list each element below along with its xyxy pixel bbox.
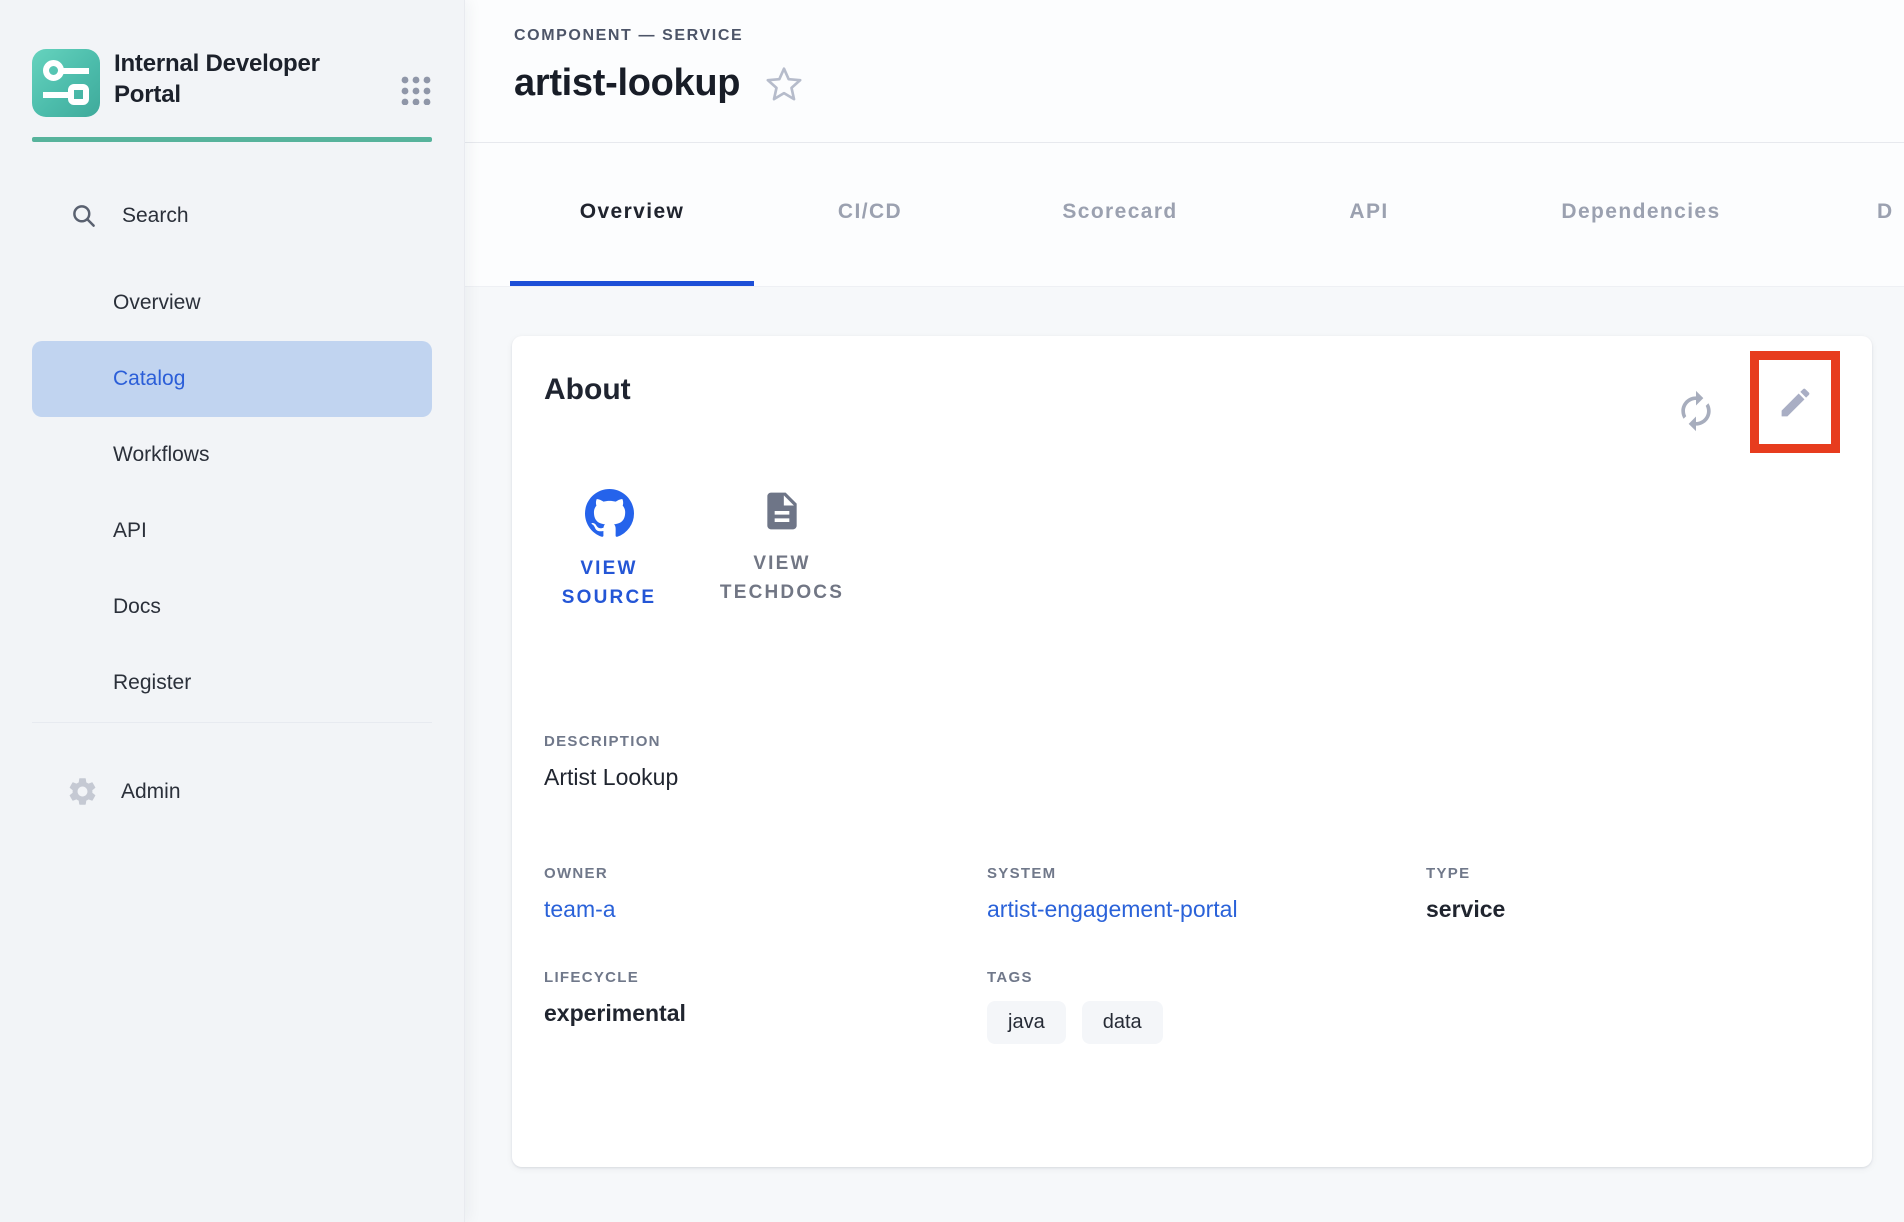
refresh-icon	[1674, 389, 1718, 433]
sidebar-item-docs[interactable]: Docs	[32, 569, 432, 645]
about-card-title: About	[544, 373, 631, 407]
tag-chip[interactable]: data	[1082, 1001, 1163, 1044]
system-field: SYSTEM artist-engagement-portal	[987, 865, 1426, 923]
lifecycle-value: experimental	[544, 1000, 987, 1027]
owner-value-link[interactable]: team-a	[544, 896, 987, 923]
tag-chip[interactable]: java	[987, 1001, 1066, 1044]
tab-docs-cut[interactable]: D	[1798, 143, 1904, 286]
refresh-button[interactable]	[1670, 385, 1722, 437]
apps-grid-icon[interactable]	[398, 69, 434, 105]
sidebar-nav: Overview Catalog Workflows API Docs Regi…	[0, 265, 464, 721]
description-label: DESCRIPTION	[544, 733, 1840, 750]
type-value: service	[1426, 896, 1840, 923]
lifecycle-label: LIFECYCLE	[544, 969, 987, 986]
tab-api[interactable]: API	[1254, 143, 1484, 286]
system-value-link[interactable]: artist-engagement-portal	[987, 896, 1426, 923]
tab-scorecard[interactable]: Scorecard	[986, 143, 1254, 286]
lifecycle-field: LIFECYCLE experimental	[544, 969, 987, 1044]
entity-header: COMPONENT — SERVICE artist-lookup	[464, 0, 1904, 143]
sidebar-item-search[interactable]: Search	[70, 202, 464, 229]
owner-field: OWNER team-a	[544, 865, 987, 923]
about-metadata-grid: OWNER team-a SYSTEM artist-engagement-po…	[544, 865, 1840, 1044]
edit-pencil-icon	[1777, 384, 1814, 421]
sidebar-divider	[32, 722, 432, 723]
tab-overview[interactable]: Overview	[510, 143, 754, 286]
entity-tabs: Overview CI/CD Scorecard API Dependencie…	[464, 143, 1904, 287]
tab-dependencies[interactable]: Dependencies	[1484, 143, 1798, 286]
app-window: Internal Developer Portal Search Overvie…	[0, 0, 1904, 1222]
admin-label: Admin	[121, 780, 181, 804]
entity-kind-breadcrumb: COMPONENT — SERVICE	[514, 27, 1904, 45]
page-title: artist-lookup	[514, 62, 740, 105]
brand-title: Internal Developer Portal	[114, 49, 354, 110]
github-icon	[585, 489, 634, 538]
sidebar-item-workflows[interactable]: Workflows	[32, 417, 432, 493]
sidebar-item-catalog[interactable]: Catalog	[32, 341, 432, 417]
system-label: SYSTEM	[987, 865, 1426, 882]
techdocs-icon	[760, 489, 804, 533]
tab-content: About	[464, 287, 1904, 1222]
type-field: TYPE service	[1426, 865, 1840, 923]
favorite-star-icon[interactable]	[764, 64, 804, 104]
sidebar-item-api[interactable]: API	[32, 493, 432, 569]
tags-field: TAGS java data	[987, 969, 1426, 1044]
sidebar: Internal Developer Portal Search Overvie…	[0, 0, 464, 1222]
main-area: COMPONENT — SERVICE artist-lookup Overvi…	[464, 0, 1904, 1222]
search-label: Search	[122, 204, 189, 228]
view-source-link[interactable]: VIEW SOURCE	[544, 489, 674, 613]
sidebar-item-admin[interactable]: Admin	[66, 775, 464, 808]
brand-divider	[32, 137, 432, 142]
search-icon	[70, 202, 97, 229]
about-card: About	[512, 336, 1872, 1167]
sidebar-item-register[interactable]: Register	[32, 645, 432, 721]
edit-button[interactable]	[1776, 383, 1814, 421]
view-techdocs-link[interactable]: VIEW TECHDOCS	[706, 489, 858, 613]
portal-logo-icon	[32, 49, 100, 117]
brand: Internal Developer Portal	[32, 49, 434, 117]
gear-icon	[66, 775, 99, 808]
view-techdocs-label: VIEW TECHDOCS	[706, 549, 858, 608]
tags-label: TAGS	[987, 969, 1426, 986]
type-label: TYPE	[1426, 865, 1840, 882]
about-links: VIEW SOURCE VIEW TECHDOCS	[544, 489, 1840, 613]
sidebar-item-overview[interactable]: Overview	[32, 265, 432, 341]
view-source-label: VIEW SOURCE	[544, 554, 674, 613]
owner-label: OWNER	[544, 865, 987, 882]
tab-cicd[interactable]: CI/CD	[754, 143, 986, 286]
description-field: DESCRIPTION Artist Lookup	[544, 733, 1840, 791]
annotation-red-box	[1750, 351, 1840, 453]
description-value: Artist Lookup	[544, 764, 1840, 791]
